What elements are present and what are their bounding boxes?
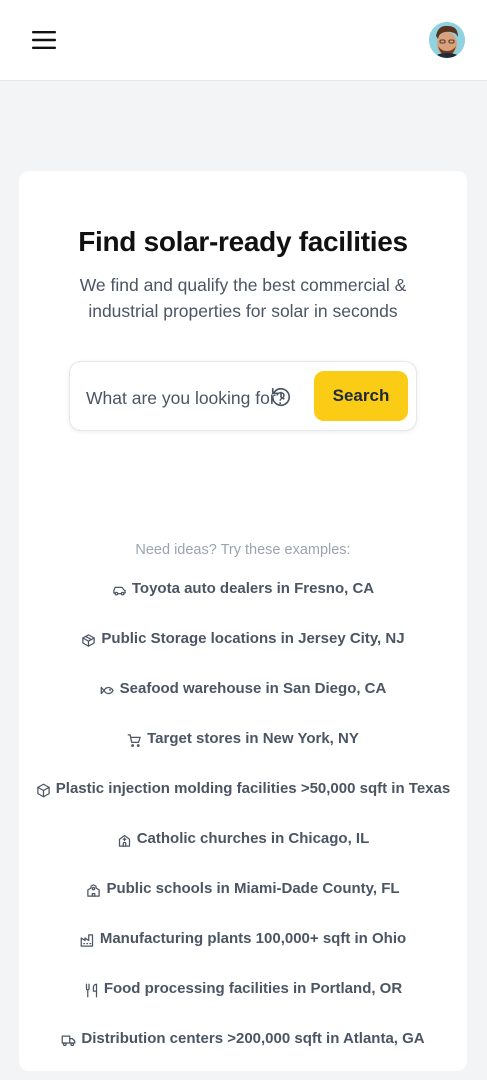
- avatar[interactable]: [429, 22, 465, 58]
- utensils-icon: [84, 983, 99, 998]
- cube-icon: [36, 783, 51, 798]
- example-seafood-warehouse[interactable]: Seafood warehouse in San Diego, CA: [19, 680, 467, 730]
- example-label: Food processing facilities in Portland, …: [103, 980, 403, 997]
- top-bar: [0, 0, 487, 81]
- search-button[interactable]: Search: [314, 371, 408, 421]
- example-label: Catholic churches in Chicago, IL: [136, 830, 370, 847]
- history-icon[interactable]: [270, 386, 292, 408]
- example-label: Plastic injection molding facilities >50…: [55, 780, 451, 797]
- church-icon: [117, 833, 132, 848]
- search-input[interactable]: [86, 382, 286, 414]
- example-label: Toyota auto dealers in Fresno, CA: [131, 580, 375, 597]
- example-target-stores[interactable]: Target stores in New York, NY: [19, 730, 467, 780]
- example-public-schools[interactable]: Public schools in Miami-Dade County, FL: [19, 880, 467, 930]
- example-plastic-molding[interactable]: Plastic injection molding facilities >50…: [19, 780, 467, 830]
- school-icon: [86, 883, 101, 898]
- example-food-processing[interactable]: Food processing facilities in Portland, …: [19, 980, 467, 1030]
- example-label: Target stores in New York, NY: [147, 730, 359, 747]
- example-label: Seafood warehouse in San Diego, CA: [119, 680, 387, 697]
- page-title: Find solar-ready facilities: [78, 226, 408, 257]
- box-icon: [81, 633, 96, 648]
- example-catholic-churches[interactable]: Catholic churches in Chicago, IL: [19, 830, 467, 880]
- search-box: Search: [69, 361, 417, 431]
- shopping-cart-icon: [127, 733, 142, 748]
- example-distribution-centers[interactable]: Distribution centers >200,000 sqft in At…: [19, 1030, 467, 1080]
- truck-icon: [61, 1033, 76, 1048]
- factory-icon: [80, 933, 95, 948]
- example-label: Distribution centers >200,000 sqft in At…: [81, 1030, 425, 1047]
- example-public-storage[interactable]: Public Storage locations in Jersey City,…: [19, 630, 467, 680]
- fish-icon: [100, 683, 115, 698]
- example-label: Manufacturing plants 100,000+ sqft in Oh…: [99, 930, 407, 947]
- example-toyota-dealers[interactable]: Toyota auto dealers in Fresno, CA: [19, 580, 467, 630]
- hamburger-menu-icon[interactable]: [28, 24, 60, 56]
- example-label: Public schools in Miami-Dade County, FL: [106, 880, 400, 897]
- car-icon: [112, 583, 127, 598]
- example-label: Public Storage locations in Jersey City,…: [101, 630, 405, 647]
- example-manufacturing-plants[interactable]: Manufacturing plants 100,000+ sqft in Oh…: [19, 930, 467, 980]
- page-subtitle: We find and qualify the best commercial …: [79, 275, 407, 321]
- ideas-label: Need ideas? Try these examples:: [135, 542, 351, 558]
- examples-list: Toyota auto dealers in Fresno, CA Public…: [19, 580, 467, 1080]
- search-card: Find solar-ready facilities We find and …: [19, 171, 467, 1071]
